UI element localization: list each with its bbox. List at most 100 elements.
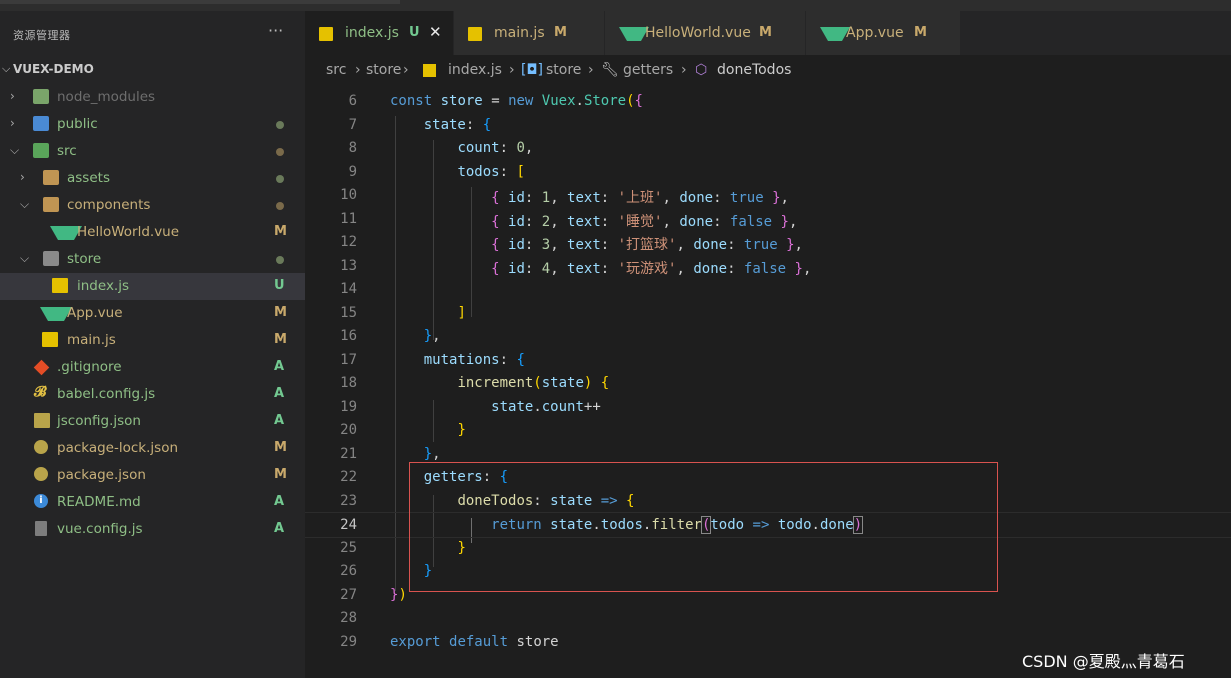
tree-item-label: .gitignore <box>57 359 122 375</box>
tree-item-label: assets <box>67 170 110 186</box>
line-number: 10 <box>340 187 357 203</box>
breadcrumb-item[interactable]: store <box>546 62 581 78</box>
code-line: 14 <box>305 277 1231 301</box>
chevron-down-icon: ⌵ <box>10 143 20 157</box>
breadcrumb: src › store › index.js › [◘] store › 🔧︎ … <box>305 55 1231 85</box>
tree-item-label: App.vue <box>67 305 123 321</box>
tree-item-vue-config[interactable]: vue.config.js A <box>0 516 305 543</box>
line-number: 25 <box>340 540 357 556</box>
tree-item-package-json[interactable]: package.json M <box>0 462 305 489</box>
js-file-icon <box>423 64 436 77</box>
code-line: 28 <box>305 606 1231 630</box>
tree-item-label: main.js <box>67 332 116 348</box>
tab-helloworld-vue[interactable]: HelloWorld.vue M <box>605 11 806 55</box>
tree-item-node-modules[interactable]: › node_modules <box>0 84 305 111</box>
workspace-root[interactable]: ⌵ VUEX-DEMO <box>0 59 305 81</box>
tab-main-js[interactable]: main.js M <box>454 11 605 55</box>
code-line: 11 { id: 2, text: '睡觉', done: false }, <box>305 207 1231 231</box>
tree-item-src[interactable]: ⌵ src <box>0 138 305 165</box>
line-number: 23 <box>340 493 357 509</box>
breadcrumb-item[interactable]: doneTodos <box>717 62 791 78</box>
tree-item-helloworld-vue[interactable]: HelloWorld.vue M <box>0 219 305 246</box>
code-line: 12 { id: 3, text: '打篮球', done: true }, <box>305 230 1231 254</box>
chevron-down-icon: ⌵ <box>20 197 30 211</box>
title-strip <box>0 0 1231 11</box>
tree-item-babel-config[interactable]: 𝓑 babel.config.js A <box>0 381 305 408</box>
line-number: 13 <box>340 258 357 274</box>
git-status: A <box>274 494 285 509</box>
code-line: 19 state.count++ <box>305 395 1231 419</box>
tree-item-main-js[interactable]: main.js M <box>0 327 305 354</box>
tree-item-readme[interactable]: i README.md A <box>0 489 305 516</box>
code-line: 10 { id: 1, text: '上班', done: true }, <box>305 183 1231 207</box>
breadcrumb-item[interactable]: src <box>326 62 346 78</box>
code-editor[interactable]: 6 const store = new Vuex.Store({ 7 state:… <box>305 85 1231 678</box>
more-actions-icon[interactable]: ··· <box>268 21 283 40</box>
tab-index-js[interactable]: index.js U ✕ <box>305 11 454 55</box>
tree-item-jsconfig[interactable]: jsconfig.json A <box>0 408 305 435</box>
tree-item-app-vue[interactable]: App.vue M <box>0 300 305 327</box>
tab-label: index.js <box>345 25 399 41</box>
tree-item-package-lock[interactable]: package-lock.json M <box>0 435 305 462</box>
tree-item-store[interactable]: ⌵ store <box>0 246 305 273</box>
code-line: 20 } <box>305 418 1231 442</box>
tree-item-label: index.js <box>77 278 130 294</box>
git-status: M <box>274 305 287 320</box>
breadcrumb-item[interactable]: store <box>366 62 401 78</box>
status-dot <box>276 202 284 210</box>
tab-label: App.vue <box>846 25 904 41</box>
info-icon: i <box>34 494 48 508</box>
tab-status: M <box>914 25 927 40</box>
tree-item-index-js[interactable]: index.js U <box>0 273 305 300</box>
chevron-right-icon: › <box>10 116 15 130</box>
tree-item-label: components <box>67 197 151 213</box>
code-line: 15 ] <box>305 301 1231 325</box>
tree-item-gitignore[interactable]: .gitignore A <box>0 354 305 381</box>
line-number: 29 <box>340 634 357 650</box>
folder-icon <box>43 170 59 185</box>
folder-public-icon <box>33 116 49 131</box>
git-status: M <box>274 440 287 455</box>
line-number: 6 <box>348 93 357 109</box>
tab-app-vue[interactable]: App.vue M <box>806 11 961 55</box>
tree-item-components[interactable]: ⌵ components <box>0 192 305 219</box>
tree-item-label: package.json <box>57 467 146 483</box>
babel-file-icon: 𝓑 <box>34 384 47 400</box>
tree-item-public[interactable]: › public <box>0 111 305 138</box>
git-file-icon <box>33 359 50 376</box>
line-number: 8 <box>348 140 357 156</box>
chevron-right-icon: › <box>20 170 25 184</box>
line-number: 28 <box>340 610 357 626</box>
tree-item-label: README.md <box>57 494 141 510</box>
line-number: 24 <box>340 517 357 533</box>
code-line: 13 { id: 4, text: '玩游戏', done: false }, <box>305 254 1231 278</box>
line-number: 17 <box>340 352 357 368</box>
chevron-right-icon: › <box>403 62 409 78</box>
line-number: 22 <box>340 469 357 485</box>
line-number: 7 <box>348 117 357 133</box>
chevron-down-icon: ⌵ <box>20 251 30 265</box>
breadcrumb-item[interactable]: getters <box>623 62 673 78</box>
git-status: M <box>274 224 287 239</box>
close-icon[interactable]: ✕ <box>429 23 442 41</box>
variable-icon: [◘] <box>521 62 543 78</box>
tab-label: main.js <box>494 25 545 41</box>
breadcrumb-item[interactable]: index.js <box>448 62 502 78</box>
status-dot <box>276 121 284 129</box>
tree-item-assets[interactable]: › assets <box>0 165 305 192</box>
js-file-icon <box>468 27 482 41</box>
tree-item-label: src <box>57 143 77 159</box>
npm-file-icon <box>34 440 48 454</box>
chevron-right-icon: › <box>10 89 15 103</box>
chevron-right-icon: › <box>355 62 361 78</box>
git-status: A <box>274 359 285 374</box>
git-status: A <box>274 521 285 536</box>
folder-src-icon <box>33 143 49 158</box>
code-line: 16 }, <box>305 324 1231 348</box>
code-line: 8 count: 0, <box>305 136 1231 160</box>
line-number: 15 <box>340 305 357 321</box>
js-file-icon <box>42 332 58 347</box>
git-status: U <box>274 278 285 293</box>
tab-status: M <box>759 25 772 40</box>
explorer-title: 资源管理器 <box>13 29 71 42</box>
